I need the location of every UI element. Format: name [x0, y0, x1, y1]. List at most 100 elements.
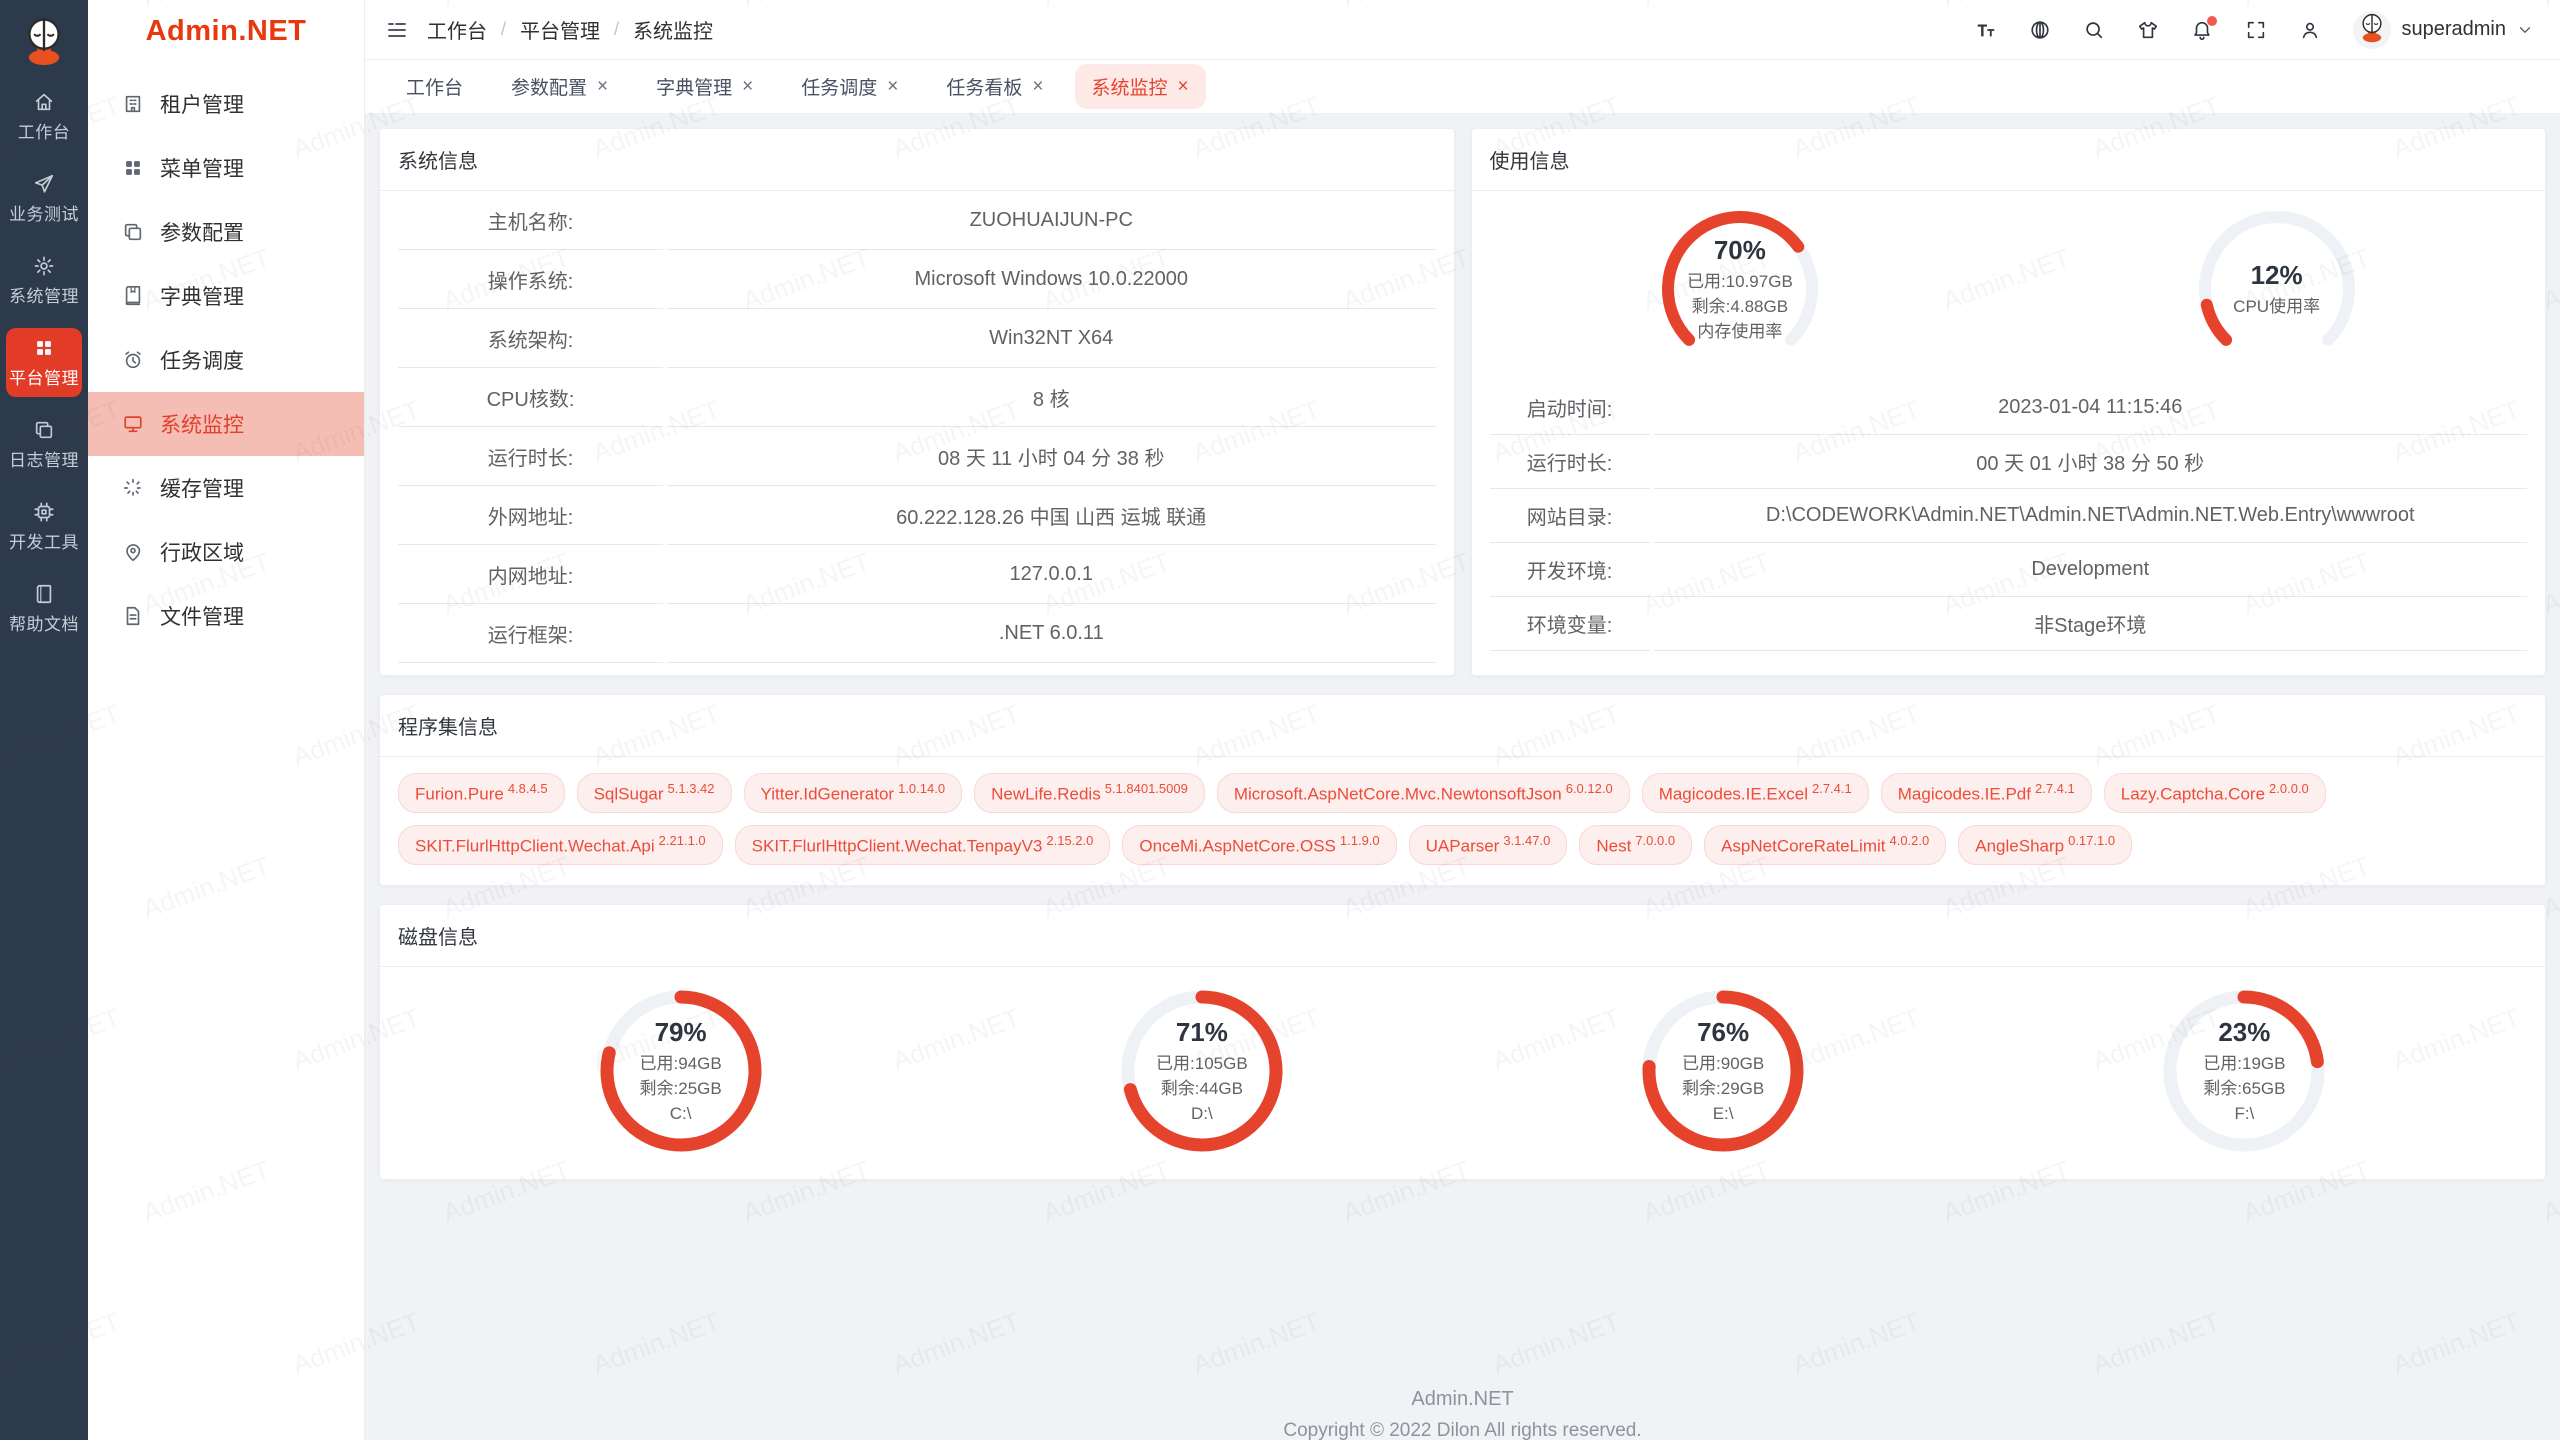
assembly-tag[interactable]: Yitter.IdGenerator1.0.14.0: [744, 773, 963, 813]
sidebar-menu-item[interactable]: 字典管理: [88, 264, 364, 328]
mascot-icon: [2355, 11, 2389, 49]
tab-close-icon[interactable]: ×: [887, 77, 898, 96]
row-label: 环境变量:: [1490, 597, 1650, 651]
disk-gauge: 79% 已用:94GB剩余:25GBC:\: [591, 981, 771, 1161]
globe-icon[interactable]: [2029, 19, 2051, 41]
row-value: 60.222.128.26 中国 山西 运城 联通: [667, 486, 1436, 545]
rail-menu-item[interactable]: 帮助文档: [6, 574, 82, 643]
table-row: 启动时间: 2023-01-04 11:15:46: [1490, 381, 2528, 435]
tab-close-icon[interactable]: ×: [1178, 77, 1189, 96]
page-tab-label: 参数配置: [511, 73, 587, 100]
assembly-tag[interactable]: Nest7.0.0.0: [1579, 825, 1692, 865]
assembly-tag[interactable]: OnceMi.AspNetCore.OSS1.1.9.0: [1122, 825, 1396, 865]
row-label: 内网地址:: [398, 545, 663, 604]
assembly-tag[interactable]: Microsoft.AspNetCore.Mvc.NewtonsoftJson6…: [1217, 773, 1630, 813]
sidebar-menu-item-label: 参数配置: [160, 217, 244, 247]
rail-menu-item[interactable]: 工作台: [6, 82, 82, 151]
assembly-version: 4.0.2.0: [1889, 833, 1929, 848]
assembly-name: Lazy.Captcha.Core: [2121, 785, 2265, 804]
sidebar-menu-item-label: 菜单管理: [160, 153, 244, 183]
row-value: 8 核: [667, 368, 1436, 427]
user-icon[interactable]: [2299, 19, 2321, 41]
breadcrumb-separator: /: [501, 19, 506, 40]
fold-menu-icon[interactable]: [385, 18, 409, 42]
rail-menu-item-label: 日志管理: [9, 446, 79, 471]
row-label: 开发环境:: [1490, 543, 1650, 597]
table-row: 操作系统: Microsoft Windows 10.0.22000: [398, 250, 1436, 309]
page-tab[interactable]: 字典管理 ×: [639, 64, 770, 109]
breadcrumb-separator: /: [614, 19, 619, 40]
row-value: 非Stage环境: [1654, 597, 2528, 651]
assembly-name: Microsoft.AspNetCore.Mvc.NewtonsoftJson: [1234, 785, 1562, 804]
page-tab[interactable]: 系统监控 ×: [1075, 64, 1206, 109]
sidebar-menu-item[interactable]: 租户管理: [88, 72, 364, 136]
page-tab[interactable]: 任务调度 ×: [784, 64, 915, 109]
assembly-tag[interactable]: UAParser3.1.47.0: [1409, 825, 1568, 865]
disk-info-card: 磁盘信息 79% 已用:94GB剩余:25GBC:\: [379, 904, 2546, 1180]
bell-icon[interactable]: [2191, 19, 2213, 41]
theme-icon[interactable]: [2137, 19, 2159, 41]
tab-close-icon[interactable]: ×: [1032, 77, 1043, 96]
rail-menu-item[interactable]: 日志管理: [6, 410, 82, 479]
sidebar: Admin.NET 租户管理 菜单管理 参数配置: [88, 0, 365, 1440]
header-toolbar: superadmin: [1975, 11, 2534, 49]
assembly-tag[interactable]: Lazy.Captcha.Core2.0.0.0: [2104, 773, 2326, 813]
gauge-ring: [2154, 981, 2334, 1161]
user-menu[interactable]: superadmin: [2353, 11, 2534, 49]
assembly-tag[interactable]: SKIT.FlurlHttpClient.Wechat.TenpayV32.15…: [735, 825, 1111, 865]
assembly-version: 1.0.14.0: [898, 781, 945, 796]
assembly-tag[interactable]: Magicodes.IE.Excel2.7.4.1: [1642, 773, 1869, 813]
assembly-version: 7.0.0.0: [1635, 833, 1675, 848]
header-tools: [1975, 19, 2321, 41]
rail-menu-item-label: 帮助文档: [9, 610, 79, 635]
disk-gauge: 23% 已用:19GB剩余:65GBF:\: [2154, 981, 2334, 1161]
card-title: 磁盘信息: [380, 905, 2545, 967]
assembly-tag[interactable]: AngleSharp0.17.1.0: [1958, 825, 2132, 865]
app-logo-avatar[interactable]: [16, 12, 72, 68]
rail-menu-item[interactable]: 系统管理: [6, 246, 82, 315]
assembly-name: UAParser: [1426, 837, 1500, 856]
sidebar-menu-item[interactable]: 任务调度: [88, 328, 364, 392]
breadcrumb-item[interactable]: 工作台: [427, 15, 487, 44]
page-tab[interactable]: 参数配置 ×: [494, 64, 625, 109]
sidebar-menu-item[interactable]: 缓存管理: [88, 456, 364, 520]
assembly-name: SqlSugar: [594, 785, 664, 804]
font-size-icon[interactable]: [1975, 19, 1997, 41]
fullscreen-icon[interactable]: [2245, 19, 2267, 41]
assembly-tag[interactable]: AspNetCoreRateLimit4.0.2.0: [1704, 825, 1946, 865]
grid-icon: [33, 337, 55, 359]
page-tab[interactable]: 任务看板 ×: [929, 64, 1060, 109]
row-label: 运行时长:: [1490, 435, 1650, 489]
breadcrumb-item[interactable]: 系统监控: [633, 15, 713, 44]
row-value: Development: [1654, 543, 2528, 597]
sidebar-menu-item[interactable]: 菜单管理: [88, 136, 364, 200]
page-tab[interactable]: 工作台 ×: [389, 64, 480, 109]
file-icon: [122, 605, 144, 627]
gauge-arc: [1650, 199, 1830, 379]
assembly-tag[interactable]: Furion.Pure4.8.4.5: [398, 773, 565, 813]
assembly-tag[interactable]: SKIT.FlurlHttpClient.Wechat.Api2.21.1.0: [398, 825, 723, 865]
sidebar-menu-item[interactable]: 参数配置: [88, 200, 364, 264]
breadcrumb: 工作台 / 平台管理 / 系统监控 /: [427, 15, 713, 44]
tab-close-icon[interactable]: ×: [742, 77, 753, 96]
breadcrumb-item[interactable]: 平台管理: [520, 15, 600, 44]
assembly-tag[interactable]: Magicodes.IE.Pdf2.7.4.1: [1881, 773, 2092, 813]
assembly-version: 2.7.4.1: [1812, 781, 1852, 796]
row-value: 08 天 11 小时 04 分 38 秒: [667, 427, 1436, 486]
rail-menu-item[interactable]: 平台管理: [6, 328, 82, 397]
row-value: 2023-01-04 11:15:46: [1654, 381, 2528, 435]
assembly-tag[interactable]: NewLife.Redis5.1.8401.5009: [974, 773, 1205, 813]
assembly-tag[interactable]: SqlSugar5.1.3.42: [577, 773, 732, 813]
rail-menu-item[interactable]: 业务测试: [6, 164, 82, 233]
tab-close-icon[interactable]: ×: [597, 77, 608, 96]
sidebar-menu-item[interactable]: 行政区域: [88, 520, 364, 584]
sidebar-menu-item[interactable]: 系统监控: [88, 392, 364, 456]
assembly-name: OnceMi.AspNetCore.OSS: [1139, 837, 1336, 856]
rail-menu-item[interactable]: 开发工具: [6, 492, 82, 561]
rail-menu-item-label: 系统管理: [9, 282, 79, 307]
assembly-tags: Furion.Pure4.8.4.5 SqlSugar5.1.3.42 Yitt…: [380, 757, 2545, 885]
sidebar-menu-item[interactable]: 文件管理: [88, 584, 364, 648]
row-label: 运行框架:: [398, 604, 663, 663]
search-icon[interactable]: [2083, 19, 2105, 41]
assembly-version: 5.1.8401.5009: [1105, 781, 1188, 796]
